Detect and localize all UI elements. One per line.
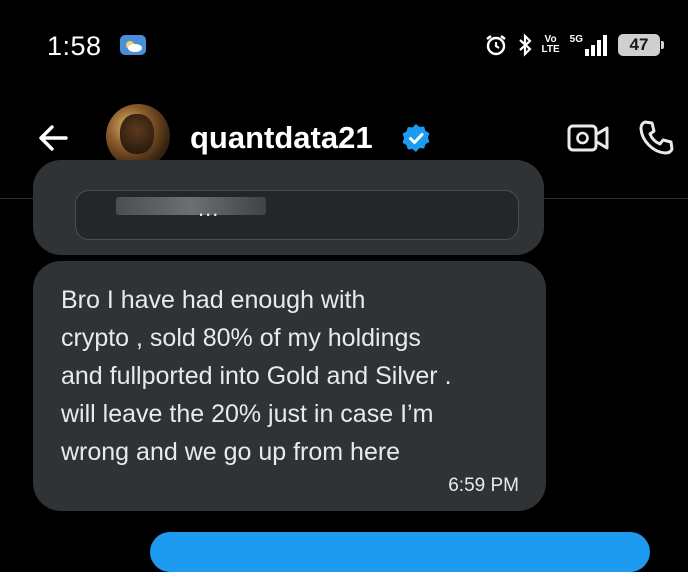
back-arrow-icon bbox=[39, 125, 68, 151]
verified-badge-icon bbox=[401, 123, 431, 153]
more-indicator: ... bbox=[198, 196, 220, 221]
avatar-figure bbox=[120, 114, 154, 154]
avatar[interactable] bbox=[106, 104, 170, 168]
video-call-icon bbox=[567, 124, 609, 152]
video-call-button[interactable] bbox=[566, 120, 610, 156]
bluetooth-icon bbox=[518, 33, 532, 57]
signal-icon: 5G bbox=[570, 34, 608, 56]
message-text: Bro I have had enough with crypto , sold… bbox=[61, 286, 452, 466]
network-label: 5G bbox=[569, 34, 583, 45]
status-icons: Vo LTE 5G 47 bbox=[484, 30, 664, 60]
alarm-icon bbox=[484, 33, 508, 57]
status-bar: 1:58 Vo LTE 5G 47 bbox=[0, 0, 688, 90]
previous-message-bubble[interactable] bbox=[33, 160, 544, 255]
weather-icon bbox=[119, 34, 147, 56]
message-timestamp: 6:59 PM bbox=[448, 475, 519, 496]
back-button[interactable] bbox=[34, 118, 74, 158]
received-message-bubble[interactable]: Bro I have had enough with crypto , sold… bbox=[33, 261, 546, 511]
volte-indicator: Vo LTE bbox=[542, 35, 560, 55]
voice-call-button[interactable] bbox=[636, 118, 676, 158]
username[interactable]: quantdata21 bbox=[190, 120, 373, 156]
phone-icon bbox=[639, 120, 674, 155]
sent-message-bubble[interactable] bbox=[150, 532, 650, 572]
status-time: 1:58 bbox=[47, 31, 102, 61]
battery-indicator: 47 bbox=[618, 34, 664, 56]
shared-post-card[interactable] bbox=[75, 190, 519, 240]
lte-label: LTE bbox=[541, 44, 560, 55]
shared-post-thumbnail bbox=[116, 197, 266, 215]
